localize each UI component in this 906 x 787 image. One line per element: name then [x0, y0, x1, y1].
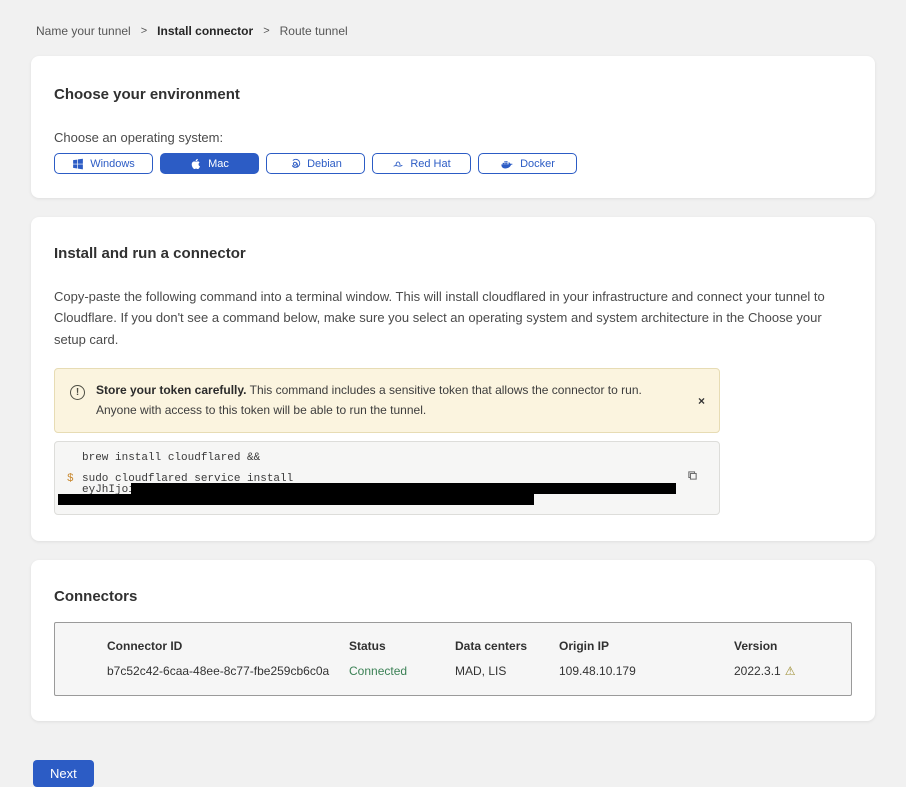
apple-icon	[190, 157, 202, 170]
breadcrumb-install-connector[interactable]: Install connector	[157, 24, 253, 38]
connectors-card-title: Connectors	[54, 588, 852, 605]
connectors-table: Connector ID Status Data centers Origin …	[54, 622, 852, 696]
os-button-label: Red Hat	[410, 158, 450, 170]
connector-id-value: b7c52c42-6caa-48ee-8c77-fbe259cb6c0a	[107, 664, 349, 678]
environment-card-title: Choose your environment	[54, 86, 852, 103]
next-button[interactable]: Next	[33, 760, 94, 787]
windows-icon	[72, 158, 84, 170]
install-description: Copy-paste the following command into a …	[54, 286, 852, 350]
install-card: Install and run a connector Copy-paste t…	[31, 217, 875, 541]
token-warning-banner: ! Store your token carefully. This comma…	[54, 368, 720, 432]
os-button-debian[interactable]: Debian	[266, 153, 365, 174]
col-data-centers: Data centers	[455, 639, 559, 653]
shell-prompt: $	[67, 473, 74, 485]
col-origin-ip: Origin IP	[559, 639, 734, 653]
footer: Next	[33, 760, 906, 787]
breadcrumb-separator: >	[141, 25, 147, 37]
breadcrumb: Name your tunnel > Install connector > R…	[0, 0, 906, 38]
redhat-icon	[392, 158, 404, 170]
connectors-card: Connectors Connector ID Status Data cent…	[31, 560, 875, 721]
breadcrumb-name-your-tunnel[interactable]: Name your tunnel	[36, 24, 131, 38]
copy-icon[interactable]	[686, 469, 699, 485]
os-button-label: Docker	[520, 158, 555, 170]
redaction-bar	[58, 494, 534, 505]
docker-icon	[500, 158, 514, 170]
token-warning-title: Store your token carefully.	[96, 383, 247, 397]
table-row: b7c52c42-6caa-48ee-8c77-fbe259cb6c0a Con…	[107, 664, 851, 678]
os-button-label: Debian	[307, 158, 342, 170]
col-status: Status	[349, 639, 455, 653]
os-button-group: Windows Mac Debian Red Hat Docker	[54, 153, 852, 174]
install-card-title: Install and run a connector	[54, 245, 852, 262]
os-button-mac[interactable]: Mac	[160, 153, 259, 174]
data-centers-value: MAD, LIS	[455, 664, 559, 678]
warning-triangle-icon: ⚠	[785, 664, 796, 678]
origin-ip-value: 109.48.10.179	[559, 664, 734, 678]
os-button-redhat[interactable]: Red Hat	[372, 153, 471, 174]
col-version: Version	[734, 639, 851, 653]
redaction-bar	[131, 483, 676, 494]
os-button-label: Mac	[208, 158, 229, 170]
os-button-docker[interactable]: Docker	[478, 153, 577, 174]
debian-icon	[289, 158, 301, 170]
close-icon[interactable]: ×	[698, 395, 705, 407]
os-select-label: Choose an operating system:	[54, 130, 852, 145]
os-button-label: Windows	[90, 158, 135, 170]
alert-circle-icon: !	[70, 385, 85, 400]
status-badge: Connected	[349, 664, 455, 678]
command-line-brew: brew install cloudflared &&	[82, 452, 260, 464]
breadcrumb-route-tunnel[interactable]: Route tunnel	[280, 24, 348, 38]
breadcrumb-separator: >	[263, 25, 269, 37]
token-warning-text: Store your token carefully. This command…	[96, 381, 668, 419]
os-button-windows[interactable]: Windows	[54, 153, 153, 174]
install-command-block: brew install cloudflared && $ sudo cloud…	[54, 441, 720, 515]
environment-card: Choose your environment Choose an operat…	[31, 56, 875, 198]
col-connector-id: Connector ID	[107, 639, 349, 653]
version-value: 2022.3.1⚠	[734, 664, 851, 678]
connectors-table-header: Connector ID Status Data centers Origin …	[107, 639, 851, 653]
